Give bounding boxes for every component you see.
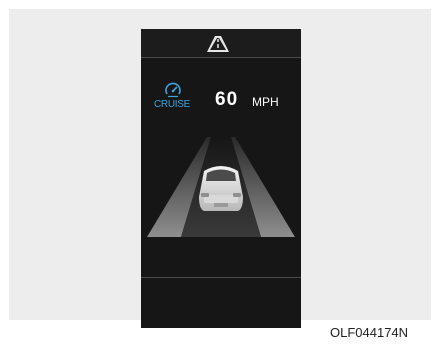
bottom-divider — [141, 277, 301, 278]
set-speed-value: 60 — [215, 89, 239, 110]
top-divider — [141, 57, 301, 58]
speed-unit: MPH — [252, 95, 279, 109]
road-lane-graphic — [147, 137, 295, 237]
top-status-bar — [141, 29, 301, 57]
instrument-cluster-display: CRUISE 60 MPH — [141, 29, 301, 328]
car-rear-icon — [199, 166, 243, 211]
image-code-caption: OLF044174N — [330, 325, 409, 340]
lane-road-icon — [207, 36, 229, 52]
cruise-speedometer-icon — [165, 82, 181, 98]
cruise-label: CRUISE — [154, 99, 190, 110]
